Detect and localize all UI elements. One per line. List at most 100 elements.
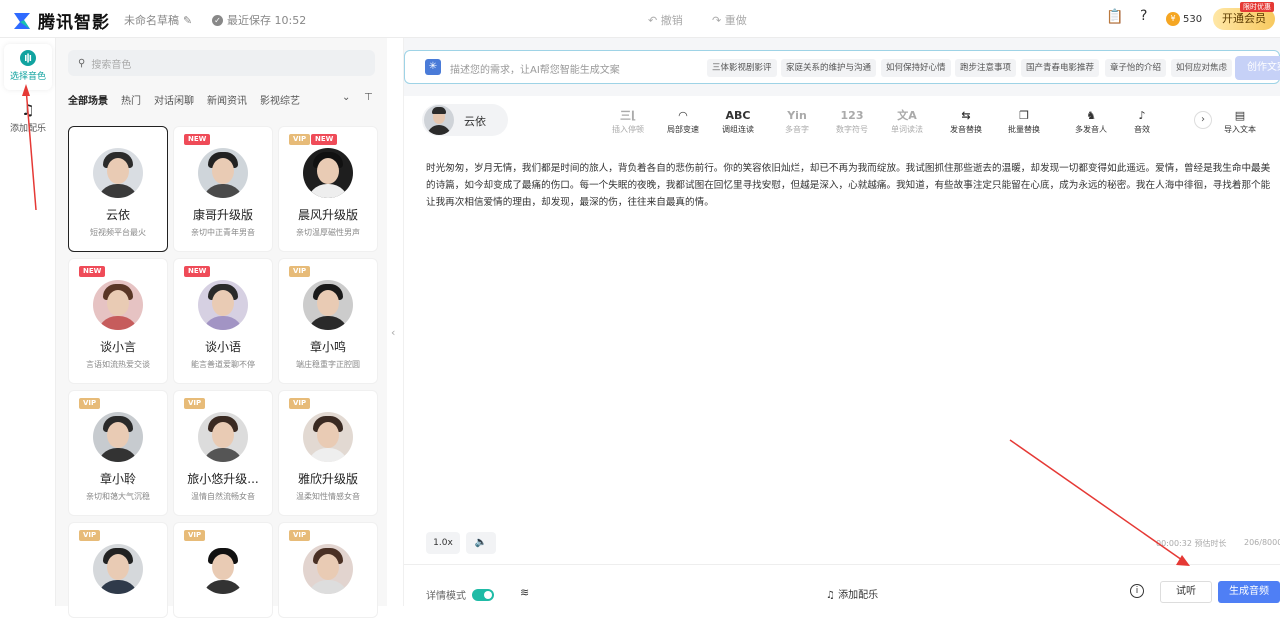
filter-chat[interactable]: 对话闲聊 <box>154 92 194 107</box>
coin-count: 530 <box>1183 13 1203 25</box>
detail-mode-toggle[interactable] <box>472 588 494 601</box>
tool-copy[interactable]: ❐ 批量替换 <box>1004 108 1044 135</box>
tool-label: 局部变速 <box>667 125 699 134</box>
coin-icon: ¥ <box>1166 12 1180 26</box>
detail-mode-label: 详情模式 <box>426 591 466 602</box>
tool-speed-gauge[interactable]: ◠ 局部变速 <box>663 108 703 135</box>
voice-card[interactable]: 晨风升级版 亲切温厚磁性男声 VIP NEW <box>278 126 378 252</box>
redo-icon: ↷ <box>712 14 725 27</box>
voice-card[interactable]: VIP <box>68 522 168 618</box>
save-status-label: 最近保存 10:52 <box>227 14 307 27</box>
number-icon: 123 <box>840 109 864 122</box>
chevron-right-icon: › <box>1201 114 1205 125</box>
toolbar-next-button[interactable]: › <box>1194 111 1212 129</box>
voice-desc: 亲切中正青年男音 <box>191 228 255 237</box>
tool-abc[interactable]: ABC 调组连读 <box>718 108 758 135</box>
ai-suggestion-chip[interactable]: 如何应对焦虑 <box>1171 59 1233 77</box>
tool-label: 多发音人 <box>1075 125 1107 134</box>
voice-desc: 短视频平台最火 <box>90 228 146 237</box>
voice-card[interactable]: 谈小语 能言善道爱聊不停 NEW <box>173 258 273 384</box>
voice-desc: 温情自然流畅女音 <box>191 492 255 501</box>
nav-add-music[interactable]: ♫ 添加配乐 <box>4 96 52 142</box>
new-badge: NEW <box>311 134 338 145</box>
voice-avatar <box>198 412 248 462</box>
nav-add-music-label: 添加配乐 <box>9 124 46 134</box>
new-badge: NEW <box>184 134 211 145</box>
redo-label: 重做 <box>724 14 747 27</box>
ai-suggestion-chip[interactable]: 国产青春电影推荐 <box>1021 59 1100 77</box>
voice-card[interactable]: VIP <box>173 522 273 618</box>
tool-import[interactable]: ▤ 导入文本 <box>1220 108 1260 135</box>
voice-avatar <box>198 280 248 330</box>
waveform-icon[interactable]: ≋ <box>520 586 529 599</box>
tool-sound-effect[interactable]: ♪ 音效 <box>1122 108 1162 135</box>
info-icon[interactable]: i <box>1130 584 1144 598</box>
tool-label: 插入停顿 <box>612 125 644 134</box>
voice-avatar <box>198 148 248 198</box>
add-music-button[interactable]: ♫ 添加配乐 <box>826 586 878 601</box>
voice-desc: 亲切温厚磁性男声 <box>296 228 360 237</box>
help-icon[interactable]: ? <box>1140 8 1147 24</box>
script-text[interactable]: 时光匆匆，岁月无情，我们都是时间的旅人，背负着各自的悲伤前行。你的笑容依旧灿烂，… <box>426 160 1276 211</box>
voice-desc: 端庄稳重字正腔圆 <box>296 360 360 369</box>
left-nav: 选择音色 ♫ 添加配乐 <box>0 38 56 606</box>
voice-name: 云依 <box>105 208 130 222</box>
multi-speaker-icon: ♞ <box>1086 109 1096 122</box>
import-icon: ▤ <box>1234 109 1246 122</box>
ai-prompt-bar[interactable]: ✳ 描述您的需求，让AI帮您智能生成文案 三体影视剧影评 家庭关系的维护与沟通 … <box>404 50 1280 84</box>
voice-search-input[interactable]: ⚲ 搜索音色 <box>68 50 375 76</box>
generate-audio-button[interactable]: 生成音频 <box>1218 581 1280 603</box>
tool-pinyin[interactable]: Yin 多音字 <box>777 108 817 135</box>
voice-card[interactable]: 雅欣升级版 温柔知性情感女音 VIP <box>278 390 378 516</box>
tool-number[interactable]: 123 数字符号 <box>832 108 872 135</box>
try-listen-button[interactable]: 试听 <box>1160 581 1212 603</box>
chevron-down-icon[interactable]: ⌄ <box>342 92 350 103</box>
voice-desc: 能言善道爱聊不停 <box>191 360 255 369</box>
nav-select-voice[interactable]: 选择音色 <box>4 44 52 90</box>
voice-card[interactable]: VIP <box>278 522 378 618</box>
coin-balance[interactable]: ¥ 530 <box>1166 8 1206 30</box>
filter-all[interactable]: 全部场景 <box>68 92 108 107</box>
filter-hot[interactable]: 热门 <box>121 92 141 107</box>
create-copy-button[interactable]: 创作文案 <box>1235 56 1280 80</box>
draft-name[interactable]: 未命名草稿 ✎ <box>124 12 192 28</box>
volume-button[interactable]: 🔈 <box>466 532 496 554</box>
tool-multi-speaker[interactable]: ♞ 多发音人 <box>1071 108 1111 135</box>
ai-suggestion-chip[interactable]: 跑步注意事项 <box>955 59 1017 77</box>
voice-card[interactable]: 康哥升级版 亲切中正青年男音 NEW <box>173 126 273 252</box>
voice-name: 章小鸣 <box>309 340 346 354</box>
undo-button[interactable]: ↶ 撤销 <box>648 12 683 28</box>
voice-panel: ⚲ 搜索音色 全部场景 热门 对话闲聊 新闻资讯 影视综艺 ⌄ ⊤ 云依短视频平… <box>56 38 387 618</box>
voice-card[interactable]: 章小聆 亲切和蔼大气沉稳 VIP <box>68 390 168 516</box>
tool-label: 单词读法 <box>891 125 923 134</box>
tool-translate[interactable]: 文A 单词读法 <box>887 108 927 135</box>
voice-avatar <box>93 148 143 198</box>
tool-swap[interactable]: ⇆ 发音替换 <box>946 108 986 135</box>
speed-gauge-icon: ◠ <box>678 109 688 122</box>
sound-effect-icon: ♪ <box>1138 109 1146 122</box>
voice-card[interactable]: 旅小悠升级... 温情自然流畅女音 VIP <box>173 390 273 516</box>
speaker-selector[interactable]: 云依 <box>422 104 508 136</box>
brand-logo[interactable]: 腾讯智影 <box>12 8 110 33</box>
chevron-left-icon: ‹ <box>391 326 396 339</box>
voice-card[interactable]: 谈小言 言语如流热爱交谈 NEW <box>68 258 168 384</box>
pinyin-icon: Yin <box>787 109 807 122</box>
filter-icon[interactable]: ⊤ <box>364 92 373 103</box>
clipboard-icon[interactable]: 📋 <box>1106 9 1123 25</box>
copy-icon: ❐ <box>1019 109 1029 122</box>
redo-button[interactable]: ↷ 重做 <box>712 12 747 28</box>
vip-badge: VIP <box>79 398 101 409</box>
ai-suggestion-chip[interactable]: 家庭关系的维护与沟通 <box>781 59 877 77</box>
filter-news[interactable]: 新闻资讯 <box>207 92 247 107</box>
ai-suggestion-chip[interactable]: 如何保持好心情 <box>881 59 951 77</box>
ai-suggestion-chip[interactable]: 章子怡的介绍 <box>1105 59 1167 77</box>
voice-card[interactable]: 云依 短视频平台最火 <box>68 126 168 252</box>
edit-pencil-icon[interactable]: ✎ <box>183 14 192 27</box>
ai-suggestion-chip[interactable]: 三体影视剧影评 <box>707 59 777 77</box>
voice-card[interactable]: 章小鸣 端庄稳重字正腔圆 VIP <box>278 258 378 384</box>
filter-entertainment[interactable]: 影视综艺 <box>260 92 300 107</box>
speed-button[interactable]: 1.0x <box>426 532 460 554</box>
collapse-panel-handle[interactable]: ‹ <box>387 38 404 606</box>
estimated-duration: 00:00:32 预估时长 <box>1156 539 1227 548</box>
tool-pause-insert[interactable]: 三⌊ 插入停顿 <box>608 108 648 135</box>
